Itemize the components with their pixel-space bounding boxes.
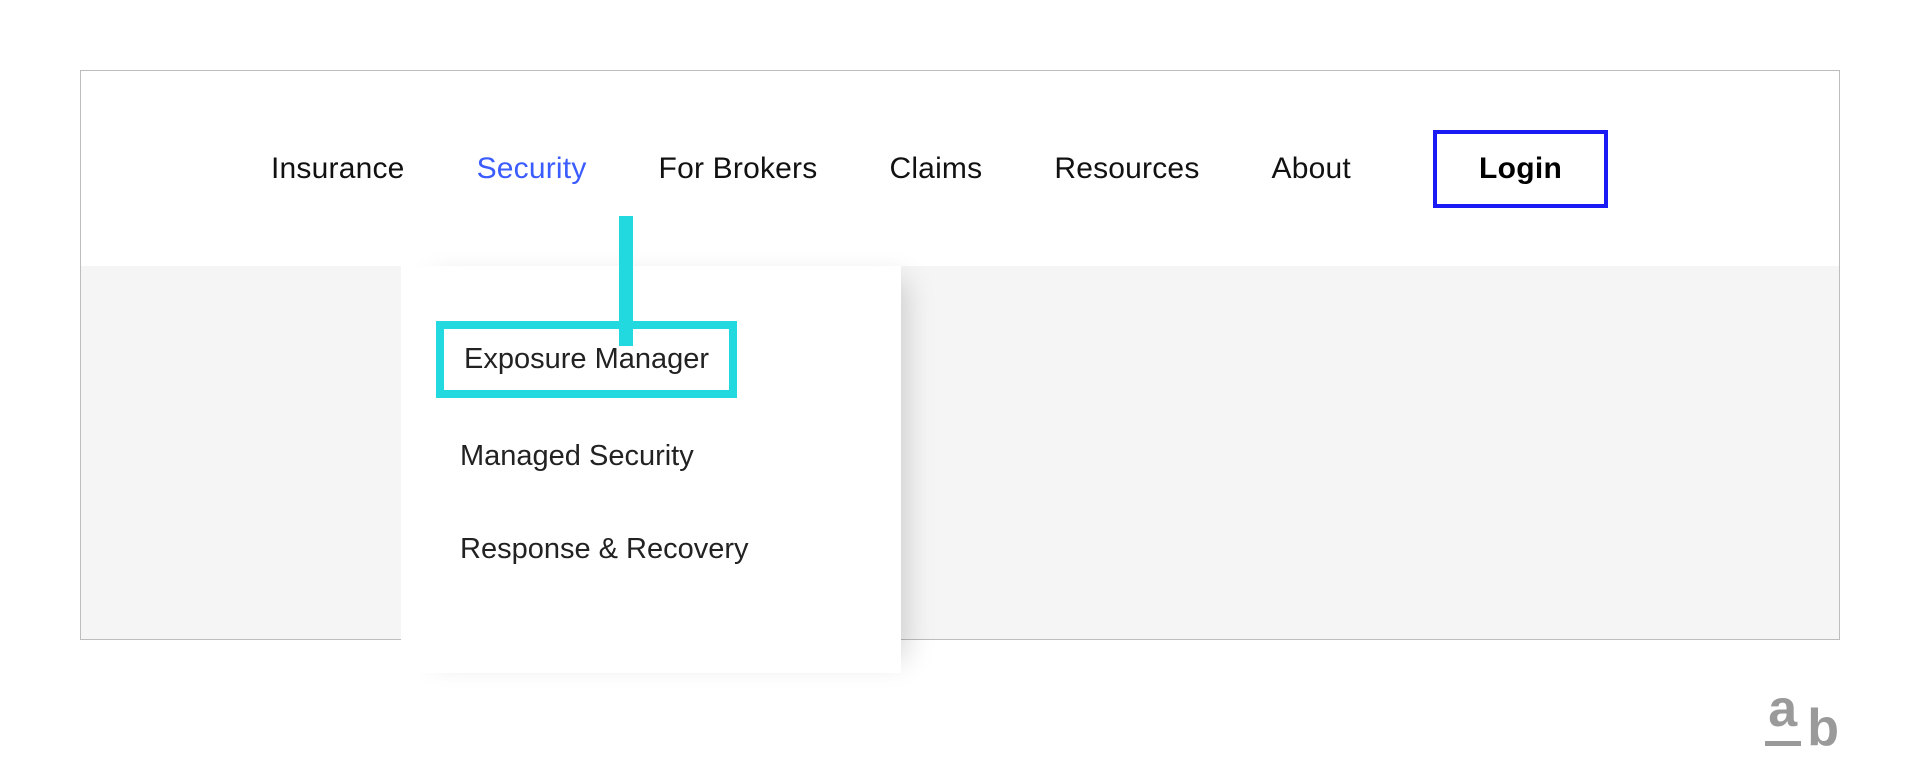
watermark-underline-icon — [1765, 741, 1801, 746]
nav-claims[interactable]: Claims — [889, 152, 982, 186]
dropdown-connector-line — [619, 216, 633, 346]
watermark-b: b — [1807, 698, 1840, 758]
login-button[interactable]: Login — [1433, 130, 1608, 208]
watermark-logo: a b — [1765, 679, 1840, 758]
nav-security[interactable]: Security — [477, 152, 587, 186]
watermark-a: a — [1768, 679, 1798, 739]
nav-for-brokers[interactable]: For Brokers — [659, 152, 818, 186]
nav-resources[interactable]: Resources — [1054, 152, 1199, 186]
dropdown-item-managed-security[interactable]: Managed Security — [436, 422, 718, 491]
dropdown-item-exposure-manager[interactable]: Exposure Manager — [436, 321, 737, 398]
main-navbar: Insurance Security For Brokers Claims Re… — [81, 71, 1839, 266]
dropdown-item-response-recovery[interactable]: Response & Recovery — [436, 515, 773, 584]
content-area — [81, 266, 1839, 639]
nav-insurance[interactable]: Insurance — [271, 152, 405, 186]
app-frame: Insurance Security For Brokers Claims Re… — [80, 70, 1840, 640]
nav-about[interactable]: About — [1272, 152, 1351, 186]
security-dropdown: Exposure Manager Managed Security Respon… — [401, 266, 901, 673]
